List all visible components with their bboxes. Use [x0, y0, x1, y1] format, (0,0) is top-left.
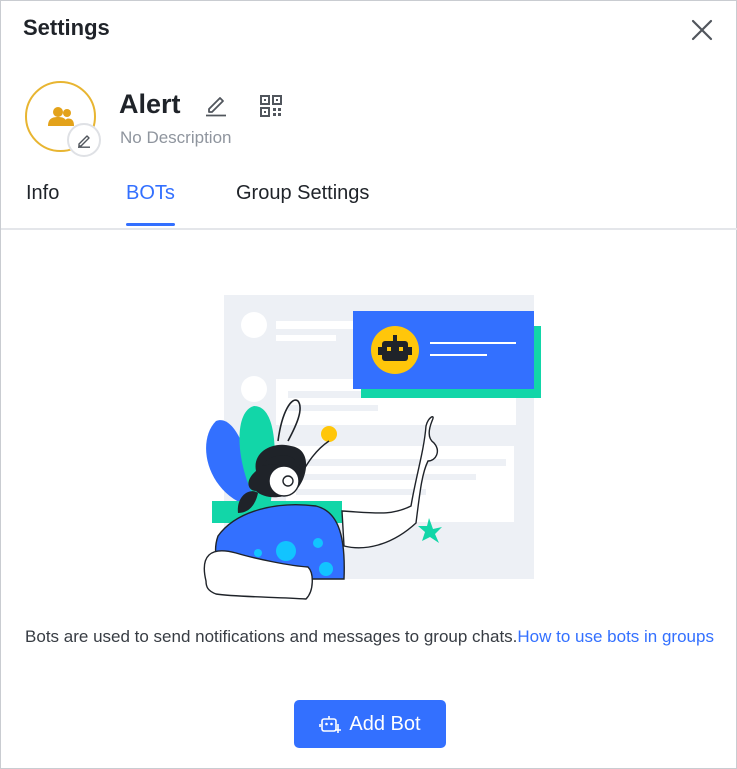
add-bot-label: Add Bot — [349, 712, 421, 735]
close-button[interactable] — [687, 15, 717, 45]
qr-code-icon — [260, 95, 282, 117]
tab-bots[interactable]: BOTs — [126, 182, 175, 205]
tabs-divider — [1, 228, 737, 230]
group-name: Alert — [119, 89, 181, 119]
bots-empty-illustration — [203, 295, 541, 600]
settings-dialog: Settings Alert No Description Info BOTs … — [0, 0, 737, 769]
pencil-icon — [206, 97, 226, 117]
tab-group-settings[interactable]: Group Settings — [236, 182, 369, 205]
active-tab-indicator — [126, 223, 175, 226]
add-bot-button[interactable]: Add Bot — [294, 700, 446, 748]
bots-empty-text: Bots are used to send notifications and … — [21, 623, 718, 650]
avatar-edit-button[interactable] — [67, 123, 101, 157]
edit-name-button[interactable] — [204, 93, 228, 117]
add-bot-icon — [319, 716, 342, 733]
how-to-use-bots-link[interactable]: How to use bots in groups — [517, 627, 714, 646]
pencil-icon — [78, 135, 90, 148]
dialog-title: Settings — [23, 15, 110, 40]
bots-empty-description: Bots are used to send notifications and … — [25, 627, 518, 646]
group-users-icon — [47, 106, 74, 126]
close-icon — [691, 19, 713, 41]
tab-info[interactable]: Info — [26, 182, 59, 205]
group-description: No Description — [120, 128, 232, 147]
qr-code-button[interactable] — [259, 94, 283, 118]
